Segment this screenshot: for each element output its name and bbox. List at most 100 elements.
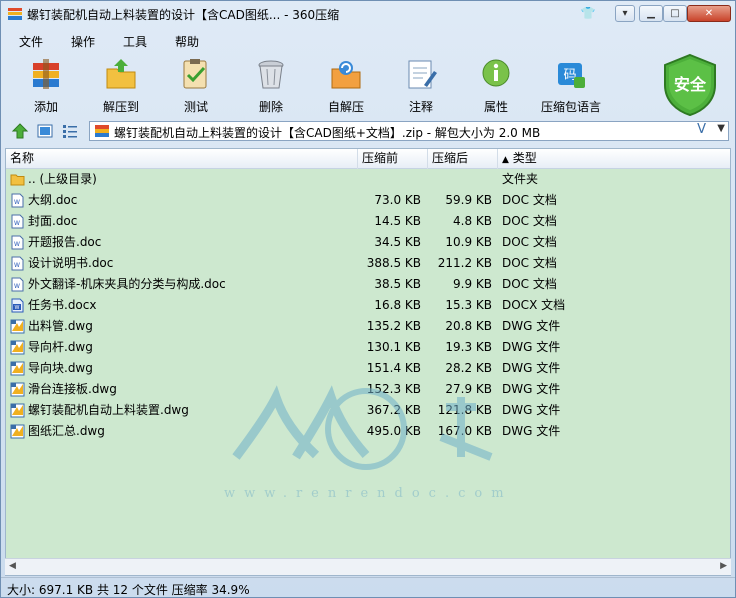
list-item[interactable]: W 外文翻译-机床夹具的分类与构成.doc 38.5 KB 9.9 KB DOC… — [6, 274, 730, 295]
file-size: 152.3 KB — [366, 382, 421, 396]
file-size: 135.2 KB — [366, 319, 421, 333]
file-type: DWG 文件 — [502, 382, 561, 396]
extract-to-button[interactable]: 解压到 — [90, 55, 152, 115]
file-name: 设计说明书.doc — [28, 256, 114, 270]
list-item[interactable]: 出料管.dwg 135.2 KB 20.8 KB DWG 文件 — [6, 316, 730, 337]
file-name: 图纸汇总.dwg — [28, 424, 105, 438]
column-name[interactable]: 名称 — [6, 149, 358, 169]
dwg-icon — [10, 403, 25, 418]
watermark-text: www.renrendoc.com — [224, 486, 513, 501]
properties-label: 属性 — [483, 100, 508, 114]
self-extract-button[interactable]: 自解压 — [315, 55, 377, 115]
column-size[interactable]: 压缩前 — [358, 149, 428, 169]
file-size: 34.5 KB — [374, 235, 421, 249]
up-arrow-icon[interactable] — [11, 122, 29, 140]
file-packed: 167.0 KB — [437, 424, 492, 438]
file-type: DOC 文档 — [502, 256, 557, 270]
menu-tools[interactable]: 工具 — [123, 33, 147, 50]
list-item[interactable]: W 大纲.doc 73.0 KB 59.9 KB DOC 文档 — [6, 190, 730, 211]
scroll-left-icon[interactable]: ◀ — [9, 561, 16, 571]
list-item[interactable]: 图纸汇总.dwg 495.0 KB 167.0 KB DWG 文件 — [6, 421, 730, 442]
file-name: 开题报告.doc — [28, 235, 102, 249]
file-type: 文件夹 — [502, 172, 539, 186]
file-type: DOC 文档 — [502, 235, 557, 249]
svg-text:W: W — [14, 283, 20, 290]
thumbnail-view-icon[interactable] — [36, 122, 54, 140]
language-button[interactable]: 码 压缩包语言 — [540, 55, 602, 115]
status-text: 大小: 697.1 KB 共 12 个文件 压缩率 34.9% — [7, 583, 250, 597]
dwg-icon — [10, 319, 25, 334]
address-bar: 螺钉装配机自动上料装置的设计【含CAD图纸+文档】.zip - 解包大小为 2.… — [1, 119, 735, 143]
menu-bar: 文件 操作 工具 帮助 — [1, 31, 735, 51]
menu-dropdown-button[interactable]: ▾ — [615, 5, 635, 22]
menu-file[interactable]: 文件 — [19, 33, 43, 50]
file-packed: 20.8 KB — [445, 319, 492, 333]
self-extract-icon — [331, 61, 361, 89]
extract-to-label: 解压到 — [102, 100, 139, 114]
file-packed: 4.8 KB — [453, 214, 492, 228]
file-type: DWG 文件 — [502, 319, 561, 333]
minimize-button[interactable]: ▁ — [639, 5, 663, 22]
self-extract-label: 自解压 — [327, 100, 364, 114]
address-field[interactable]: 螺钉装配机自动上料装置的设计【含CAD图纸+文档】.zip - 解包大小为 2.… — [89, 121, 729, 141]
add-label: 添加 — [33, 100, 58, 114]
list-item-parent-dir[interactable]: .. (上级目录) 文件夹 — [6, 169, 730, 190]
file-packed: 19.3 KB — [445, 340, 492, 354]
list-item[interactable]: W 封面.doc 14.5 KB 4.8 KB DOC 文档 — [6, 211, 730, 232]
list-item[interactable]: W 任务书.docx 16.8 KB 15.3 KB DOCX 文档 — [6, 295, 730, 316]
sort-ascending-icon: ▲ — [502, 155, 509, 165]
filter-icon[interactable]: V — [697, 122, 706, 137]
list-item[interactable]: 滑台连接板.dwg 152.3 KB 27.9 KB DWG 文件 — [6, 379, 730, 400]
file-packed: 121.8 KB — [437, 403, 492, 417]
file-packed: 27.9 KB — [445, 382, 492, 396]
file-name: 封面.doc — [28, 214, 78, 228]
skin-icon[interactable]: 👕 — [579, 5, 597, 21]
test-button[interactable]: 测试 — [165, 55, 227, 115]
file-type: DOC 文档 — [502, 214, 557, 228]
comment-button[interactable]: 注释 — [390, 55, 452, 115]
file-type: DWG 文件 — [502, 403, 561, 417]
file-name: 大纲.doc — [28, 193, 78, 207]
file-name: .. (上级目录) — [28, 172, 97, 186]
list-item[interactable]: 导向杆.dwg 130.1 KB 19.3 KB DWG 文件 — [6, 337, 730, 358]
app-window: 螺钉装配机自动上料装置的设计【含CAD图纸... - 360压缩 👕 ▾ ▁ □… — [0, 0, 736, 598]
file-packed: 15.3 KB — [445, 298, 492, 312]
menu-operation[interactable]: 操作 — [71, 33, 95, 50]
list-item[interactable]: 导向块.dwg 151.4 KB 28.2 KB DWG 文件 — [6, 358, 730, 379]
file-name: 外文翻译-机床夹具的分类与构成.doc — [28, 277, 226, 291]
status-bar: 大小: 697.1 KB 共 12 个文件 压缩率 34.9% — [1, 577, 735, 597]
column-packed[interactable]: 压缩后 — [428, 149, 498, 169]
dwg-icon — [10, 382, 25, 397]
security-shield-button[interactable]: 安全 — [661, 53, 719, 117]
comment-label: 注释 — [408, 100, 433, 114]
file-type: DWG 文件 — [502, 424, 561, 438]
delete-button[interactable]: 删除 — [240, 55, 302, 115]
doc-icon: W — [11, 277, 24, 292]
menu-help[interactable]: 帮助 — [175, 33, 199, 50]
list-item[interactable]: W 开题报告.doc 34.5 KB 10.9 KB DOC 文档 — [6, 232, 730, 253]
column-header: 名称 压缩前 压缩后 ▲ 类型 — [6, 149, 730, 169]
chevron-down-icon[interactable]: ▼ — [717, 123, 725, 134]
close-button[interactable]: ✕ — [687, 5, 731, 22]
maximize-button[interactable]: □ — [663, 5, 687, 22]
column-type[interactable]: ▲ 类型 — [498, 149, 730, 169]
file-name: 螺钉装配机自动上料装置.dwg — [28, 403, 189, 417]
add-button[interactable]: 添加 — [15, 55, 77, 115]
file-size: 367.2 KB — [366, 403, 421, 417]
file-name: 导向杆.dwg — [28, 340, 93, 354]
file-size: 14.5 KB — [374, 214, 421, 228]
archive-icon — [95, 125, 109, 137]
scroll-right-icon[interactable]: ▶ — [720, 561, 727, 571]
list-view-icon[interactable] — [61, 122, 79, 140]
language-label: 压缩包语言 — [540, 100, 601, 114]
file-packed: 59.9 KB — [445, 193, 492, 207]
file-size: 38.5 KB — [374, 277, 421, 291]
dwg-icon — [10, 361, 25, 376]
svg-text:W: W — [14, 199, 20, 206]
file-list: 名称 压缩前 压缩后 ▲ 类型 .. (上级目录) 文件夹 W 大纲.doc 7… — [5, 148, 731, 576]
list-item[interactable]: 螺钉装配机自动上料装置.dwg 367.2 KB 121.8 KB DWG 文件 — [6, 400, 730, 421]
horizontal-scrollbar[interactable]: ◀ ▶ — [5, 558, 731, 575]
list-item[interactable]: W 设计说明书.doc 388.5 KB 211.2 KB DOC 文档 — [6, 253, 730, 274]
properties-button[interactable]: 属性 — [465, 55, 527, 115]
folder-icon — [10, 174, 25, 186]
